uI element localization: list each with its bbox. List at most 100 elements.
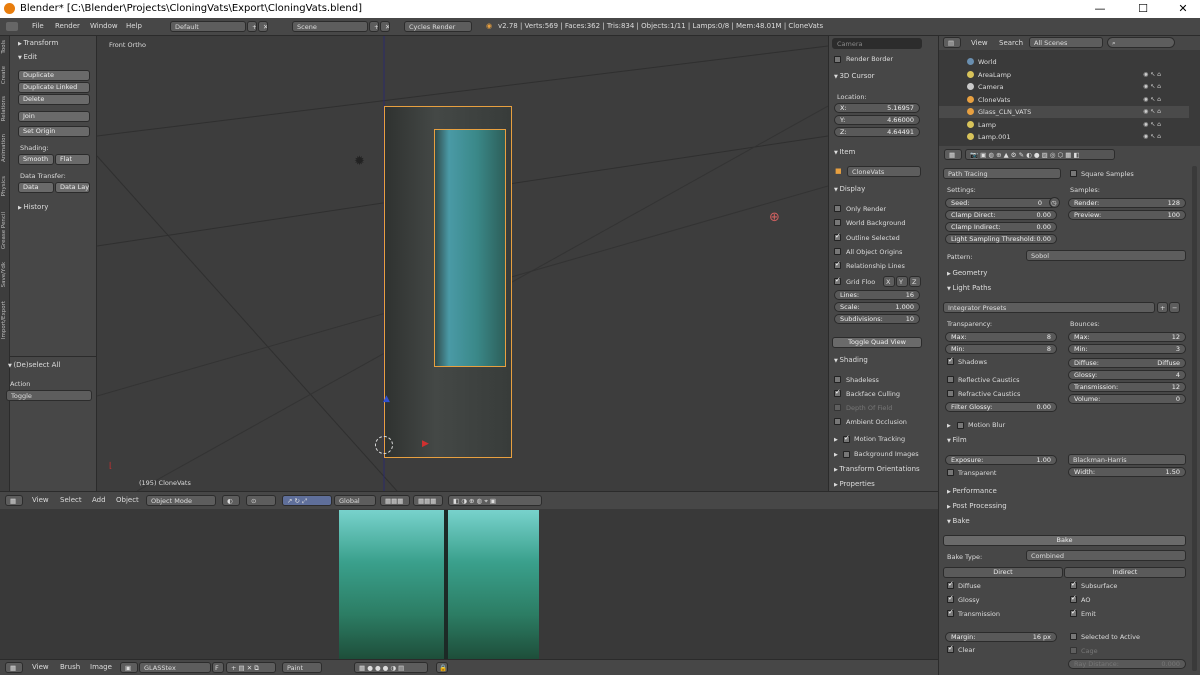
add-layout-button[interactable]: + <box>247 21 257 32</box>
context-tabs[interactable]: 📷 ▣ ◍ ⊕ ▲ ⚙ ✎ ◐ ● ▨ ◎ ⬡ ▦ ◧ <box>965 149 1115 160</box>
integrator-presets-select[interactable]: Integrator Presets <box>943 302 1155 313</box>
orientation-select[interactable]: Global <box>334 495 376 506</box>
action-select[interactable]: Toggle <box>6 390 92 401</box>
seed-clock-icon[interactable]: ◷ <box>1049 197 1060 208</box>
menu-help[interactable]: Help <box>126 22 142 30</box>
world-background-checkbox[interactable] <box>834 219 841 226</box>
data-button[interactable]: Data <box>18 182 54 193</box>
outliner-menu-search[interactable]: Search <box>999 39 1023 47</box>
image-editor-type-button[interactable]: ▦ <box>5 662 23 673</box>
toggle-quad-view-button[interactable]: Toggle Quad View <box>832 337 922 348</box>
visibility-toggles-icon[interactable]: ◉ ↖ ⌂ <box>1143 96 1161 103</box>
cursor-panel-header[interactable]: 3D Cursor <box>834 72 874 80</box>
ray-distance-field[interactable]: Ray Distance: 0.000 <box>1068 659 1186 669</box>
depth-of-field-checkbox[interactable] <box>834 404 841 411</box>
pivot-point-button[interactable]: ⊙ <box>246 495 276 506</box>
vp-menu-add[interactable]: Add <box>92 496 106 504</box>
minimize-button[interactable]: — <box>1085 2 1115 15</box>
motion-blur-checkbox[interactable] <box>957 422 964 429</box>
img-menu-image[interactable]: Image <box>90 663 112 671</box>
display-mode-select[interactable]: All Scenes <box>1029 37 1103 48</box>
duplicate-linked-button[interactable]: Duplicate Linked <box>18 82 90 93</box>
background-images-header[interactable] <box>834 450 838 458</box>
motion-tracking-header[interactable] <box>834 435 838 443</box>
cage-checkbox[interactable] <box>1070 647 1077 654</box>
bounces-max-field[interactable]: Max: 12 <box>1068 332 1186 342</box>
bake-button[interactable]: Bake <box>943 535 1186 546</box>
light-threshold-field[interactable]: Light Sampling Threshold: 0.00 <box>945 234 1057 244</box>
screen-layout-select[interactable]: Default <box>170 21 246 32</box>
properties-scrollbar[interactable] <box>1192 166 1197 671</box>
reflective-caustics-checkbox[interactable] <box>947 376 954 383</box>
render-samples-field[interactable]: Render: 128 <box>1068 198 1186 208</box>
lock-icon[interactable]: 🔒 <box>436 662 448 673</box>
integrator-select[interactable]: Path Tracing <box>943 168 1061 179</box>
bounces-min-field[interactable]: Min: 3 <box>1068 344 1186 354</box>
image-mode-select[interactable]: Paint <box>282 662 322 673</box>
bake-emit-checkbox[interactable] <box>1070 608 1077 617</box>
menu-render[interactable]: Render <box>55 22 80 30</box>
glass-texture-image[interactable] <box>339 510 539 659</box>
volume-bounces-field[interactable]: Volume: 0 <box>1068 394 1186 404</box>
bake-clear-checkbox[interactable] <box>947 644 954 653</box>
bake-transmission-checkbox[interactable] <box>947 608 954 617</box>
tab-import-export[interactable]: Import/Export <box>1 301 7 339</box>
motion-tracking-checkbox[interactable] <box>843 434 850 443</box>
outliner-search-input[interactable]: ⌕ <box>1107 37 1175 48</box>
bake-glossy-checkbox[interactable] <box>947 594 954 603</box>
exposure-field[interactable]: Exposure: 1.00 <box>945 455 1057 465</box>
visibility-toggles-icon[interactable]: ◉ ↖ ⌂ <box>1143 71 1161 78</box>
pattern-select[interactable]: Sobol <box>1026 250 1186 261</box>
transparent-checkbox[interactable] <box>947 469 954 476</box>
tab-animation[interactable]: Animation <box>1 134 7 162</box>
layers-grid-2[interactable]: ▦▦▦ <box>413 495 443 506</box>
remove-layout-button[interactable]: ✕ <box>258 21 268 32</box>
only-render-checkbox[interactable] <box>834 205 841 212</box>
visibility-toggles-icon[interactable]: ◉ ↖ ⌂ <box>1143 121 1161 128</box>
history-panel-header[interactable]: History <box>18 203 48 211</box>
delete-button[interactable]: Delete <box>18 94 90 105</box>
outliner-item[interactable]: Camera ◉ ↖ ⌂ <box>939 81 1189 93</box>
bake-ao-checkbox[interactable] <box>1070 594 1077 603</box>
glossy-bounces-field[interactable]: Glossy: 4 <box>1068 370 1186 380</box>
grid-lines-field[interactable]: Lines: 16 <box>834 290 920 300</box>
x-axis-arrow-icon[interactable]: ▶ <box>422 439 429 449</box>
outliner-item[interactable]: CloneVats ◉ ↖ ⌂ <box>939 94 1189 106</box>
image-actions-buttons[interactable]: + ▤ ✕ ⧉ <box>226 662 276 673</box>
bake-panel-header[interactable]: Bake <box>947 517 969 525</box>
img-menu-view[interactable]: View <box>32 663 49 671</box>
layers-grid-1[interactable]: ▦▦▦ <box>380 495 410 506</box>
direct-toggle[interactable]: Direct <box>943 567 1063 578</box>
menu-window[interactable]: Window <box>90 22 118 30</box>
transform-orientations-header[interactable]: Transform Orientations <box>834 465 919 473</box>
cursor-z-field[interactable]: Z: 4.64491 <box>834 127 920 137</box>
editor-type-icon[interactable] <box>6 22 18 31</box>
diffuse-bounces-field[interactable]: Diffuse: Diffuse <box>1068 358 1186 368</box>
close-button[interactable]: ✕ <box>1168 2 1198 15</box>
flat-button[interactable]: Flat <box>55 154 90 165</box>
data-lay-button[interactable]: Data Lay <box>55 182 90 193</box>
render-border-checkbox[interactable] <box>834 56 841 63</box>
properties-panel-header[interactable]: Properties <box>834 480 874 488</box>
scene-select[interactable]: Scene <box>292 21 368 32</box>
bake-diffuse-checkbox[interactable] <box>947 580 954 589</box>
relationship-lines-checkbox[interactable] <box>834 260 841 269</box>
ambient-occlusion-checkbox[interactable] <box>834 418 841 425</box>
props-editor-type[interactable]: ▦ <box>944 149 962 160</box>
bake-margin-field[interactable]: Margin: 16 px <box>945 632 1057 642</box>
clamp-direct-field[interactable]: Clamp Direct: 0.00 <box>945 210 1057 220</box>
grid-floor-checkbox[interactable] <box>834 276 841 285</box>
tab-grease-pencil[interactable]: Grease Pencil <box>1 212 7 249</box>
tab-relations[interactable]: Relations <box>1 96 7 121</box>
outliner-item[interactable]: Lamp.001 ◉ ↖ ⌂ <box>939 131 1189 143</box>
set-origin-button[interactable]: Set Origin <box>18 126 90 137</box>
outliner-item[interactable]: World <box>939 56 1189 68</box>
camera-field[interactable]: Camera <box>832 38 922 49</box>
clamp-indirect-field[interactable]: Clamp Indirect: 0.00 <box>945 222 1057 232</box>
image-browse-button[interactable]: ▣ <box>120 662 138 673</box>
tab-physics[interactable]: Physics <box>1 176 7 196</box>
film-panel-header[interactable]: Film <box>947 436 966 444</box>
z-axis-arrow-icon[interactable]: ▲ <box>383 394 390 404</box>
outliner-item[interactable]: Glass_CLN_VATS ◉ ↖ ⌂ <box>939 106 1189 118</box>
light-paths-panel-header[interactable]: Light Paths <box>947 284 991 292</box>
